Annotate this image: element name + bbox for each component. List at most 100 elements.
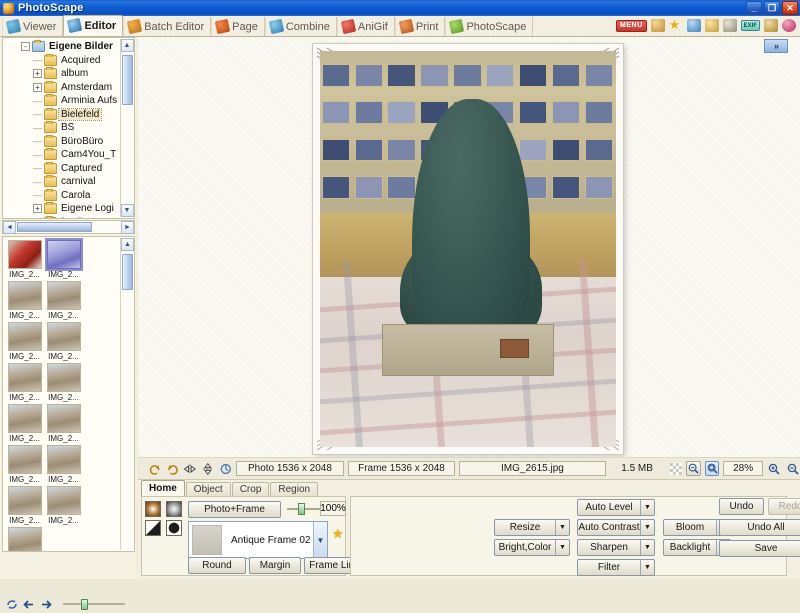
- vignette-sepia[interactable]: [145, 501, 161, 517]
- folder-tree-item[interactable]: —Cam4You_T: [21, 148, 134, 162]
- vignette-ellipse[interactable]: [166, 520, 182, 536]
- restore-button[interactable]: ❐: [764, 1, 780, 15]
- sharpen-button[interactable]: Sharpen ▼: [577, 539, 655, 556]
- round-button[interactable]: Round: [188, 557, 246, 574]
- zoom-actual-button[interactable]: [705, 461, 720, 476]
- resize-button[interactable]: Resize ▼: [494, 519, 570, 536]
- thumbnail-item[interactable]: IMG_2...: [44, 322, 83, 362]
- margin-button[interactable]: Margin: [249, 557, 301, 574]
- zoom-out-button[interactable]: [785, 461, 800, 476]
- main-tab-anigif[interactable]: AniGif: [337, 17, 395, 36]
- rotate-right-icon[interactable]: [166, 462, 180, 476]
- hscroll-left-icon[interactable]: ◄: [3, 221, 16, 234]
- transparency-icon[interactable]: [669, 462, 683, 476]
- folder-tree-item[interactable]: —Carola: [21, 189, 134, 203]
- folder-tree-item[interactable]: +album: [21, 67, 134, 81]
- main-tab-page[interactable]: Page: [211, 17, 265, 36]
- auto-level-button[interactable]: Auto Level ▼: [577, 499, 655, 516]
- opacity-knob[interactable]: [298, 503, 305, 515]
- settings-icon[interactable]: [764, 19, 778, 32]
- folder-tree-item[interactable]: +Eigene Logi: [21, 202, 134, 216]
- folder-tree-item[interactable]: —carnival: [21, 175, 134, 189]
- flip-horizontal-icon[interactable]: [183, 462, 197, 476]
- vignette-diagonal[interactable]: [145, 520, 161, 536]
- flip-vertical-icon[interactable]: [201, 462, 215, 476]
- main-tab-viewer[interactable]: Viewer: [2, 17, 63, 36]
- chevron-down-icon[interactable]: ▼: [640, 560, 654, 575]
- close-button[interactable]: ✕: [782, 1, 798, 15]
- main-tab-photoscape[interactable]: PhotoScape: [445, 17, 533, 36]
- chevron-down-icon[interactable]: ▼: [640, 520, 654, 535]
- thumbnail-scrollbar[interactable]: ▲: [120, 238, 133, 550]
- folder-tree-item[interactable]: —Bielefeld: [21, 108, 134, 122]
- zoom-fit-button[interactable]: [686, 461, 701, 476]
- favorites-icon[interactable]: ★: [669, 19, 683, 32]
- next-icon[interactable]: [40, 599, 52, 610]
- filter-button[interactable]: Filter ▼: [577, 559, 655, 576]
- vignette-gray[interactable]: [166, 501, 182, 517]
- thumbnail-item[interactable]: IMG_2...: [44, 281, 83, 321]
- thumbnail-size-slider[interactable]: [63, 599, 125, 609]
- save-button[interactable]: Save: [719, 540, 800, 557]
- thumb-scroll-up-icon[interactable]: ▲: [121, 238, 134, 251]
- thumbnail-item[interactable]: IMG_2...: [44, 240, 83, 280]
- refresh-icon[interactable]: [6, 599, 18, 610]
- zoom-in-button[interactable]: [767, 461, 782, 476]
- thumbnail-item[interactable]: IMG_2...: [5, 363, 44, 403]
- tree-expander-icon[interactable]: +: [33, 83, 42, 92]
- frame-selector[interactable]: Antique Frame 02 ▼: [188, 521, 328, 559]
- rotate-left-icon[interactable]: [148, 462, 162, 476]
- tree-expander-icon[interactable]: -: [21, 42, 30, 51]
- folder-tree-item[interactable]: -Eigene Bilder: [21, 40, 134, 54]
- tree-expander-icon[interactable]: +: [33, 204, 42, 213]
- scroll-down-icon[interactable]: ▼: [121, 204, 134, 217]
- thumbnail-item[interactable]: IMG_2...: [44, 445, 83, 485]
- chevron-down-icon[interactable]: ▼: [555, 520, 569, 535]
- tree-expander-icon[interactable]: +: [33, 69, 42, 78]
- hscroll-thumb[interactable]: [17, 222, 92, 232]
- thumbnail-item[interactable]: IMG_2...: [5, 240, 44, 280]
- help-icon[interactable]: [782, 19, 796, 32]
- chevron-down-icon[interactable]: ▼: [640, 500, 654, 515]
- chevron-down-icon[interactable]: ▼: [313, 522, 327, 558]
- screenshot-icon[interactable]: [651, 19, 665, 32]
- thumbnail-item[interactable]: IMG_2...: [5, 322, 44, 362]
- folder-tree-item[interactable]: —Arminia Aufs: [21, 94, 134, 108]
- collapse-panel-button[interactable]: »: [764, 39, 788, 53]
- chevron-down-icon[interactable]: ▼: [555, 540, 569, 555]
- scroll-up-icon[interactable]: ▲: [121, 39, 134, 52]
- main-tab-editor[interactable]: Editor: [63, 15, 123, 36]
- thumbnail-item[interactable]: IMG_2...: [44, 363, 83, 403]
- thumbnail-item[interactable]: IMG_2...: [5, 527, 44, 552]
- hscroll-right-icon[interactable]: ►: [121, 221, 134, 234]
- auto-contrast-button[interactable]: Auto Contrast ▼: [577, 519, 655, 536]
- bright-color-button[interactable]: Bright,Color ▼: [494, 539, 570, 556]
- copy-icon[interactable]: [723, 19, 737, 32]
- minimize-button[interactable]: _: [746, 1, 762, 15]
- thumbnail-item[interactable]: IMG_2...: [44, 404, 83, 444]
- folder-tree-panel[interactable]: -Eigene Bilder—Acquired+album+Amsterdam—…: [2, 37, 135, 219]
- photo-frame-button[interactable]: Photo+Frame: [188, 501, 281, 518]
- thumbnail-item[interactable]: IMG_2...: [5, 486, 44, 526]
- chevron-down-icon[interactable]: ▼: [640, 540, 654, 555]
- folder-tree-scrollbar[interactable]: ▲ ▼: [120, 39, 133, 217]
- zoom-level-field[interactable]: 28%: [723, 461, 762, 476]
- image-canvas[interactable]: »: [138, 37, 800, 457]
- editor-tab-crop[interactable]: Crop: [232, 482, 270, 496]
- main-tab-print[interactable]: Print: [395, 17, 446, 36]
- undo-all-button[interactable]: Undo All: [719, 519, 800, 536]
- rotate-free-icon[interactable]: [219, 462, 233, 476]
- folder-tree-item[interactable]: —BüroBüro: [21, 135, 134, 149]
- main-tab-batch-editor[interactable]: Batch Editor: [123, 17, 211, 36]
- slider-knob[interactable]: [81, 599, 88, 610]
- folder-tree-item[interactable]: —BS: [21, 121, 134, 135]
- thumb-scroll-thumb[interactable]: [122, 254, 133, 290]
- thumbnail-item[interactable]: IMG_2...: [5, 281, 44, 321]
- photo-with-frame[interactable]: [313, 44, 623, 454]
- thumbnail-item[interactable]: IMG_2...: [5, 404, 44, 444]
- exif-icon[interactable]: EXIF: [741, 20, 760, 31]
- folder-tree-item[interactable]: +Amsterdam: [21, 81, 134, 95]
- thumbnail-item[interactable]: IMG_2...: [44, 486, 83, 526]
- menu-button[interactable]: MENU: [616, 20, 647, 32]
- prev-icon[interactable]: [23, 599, 35, 610]
